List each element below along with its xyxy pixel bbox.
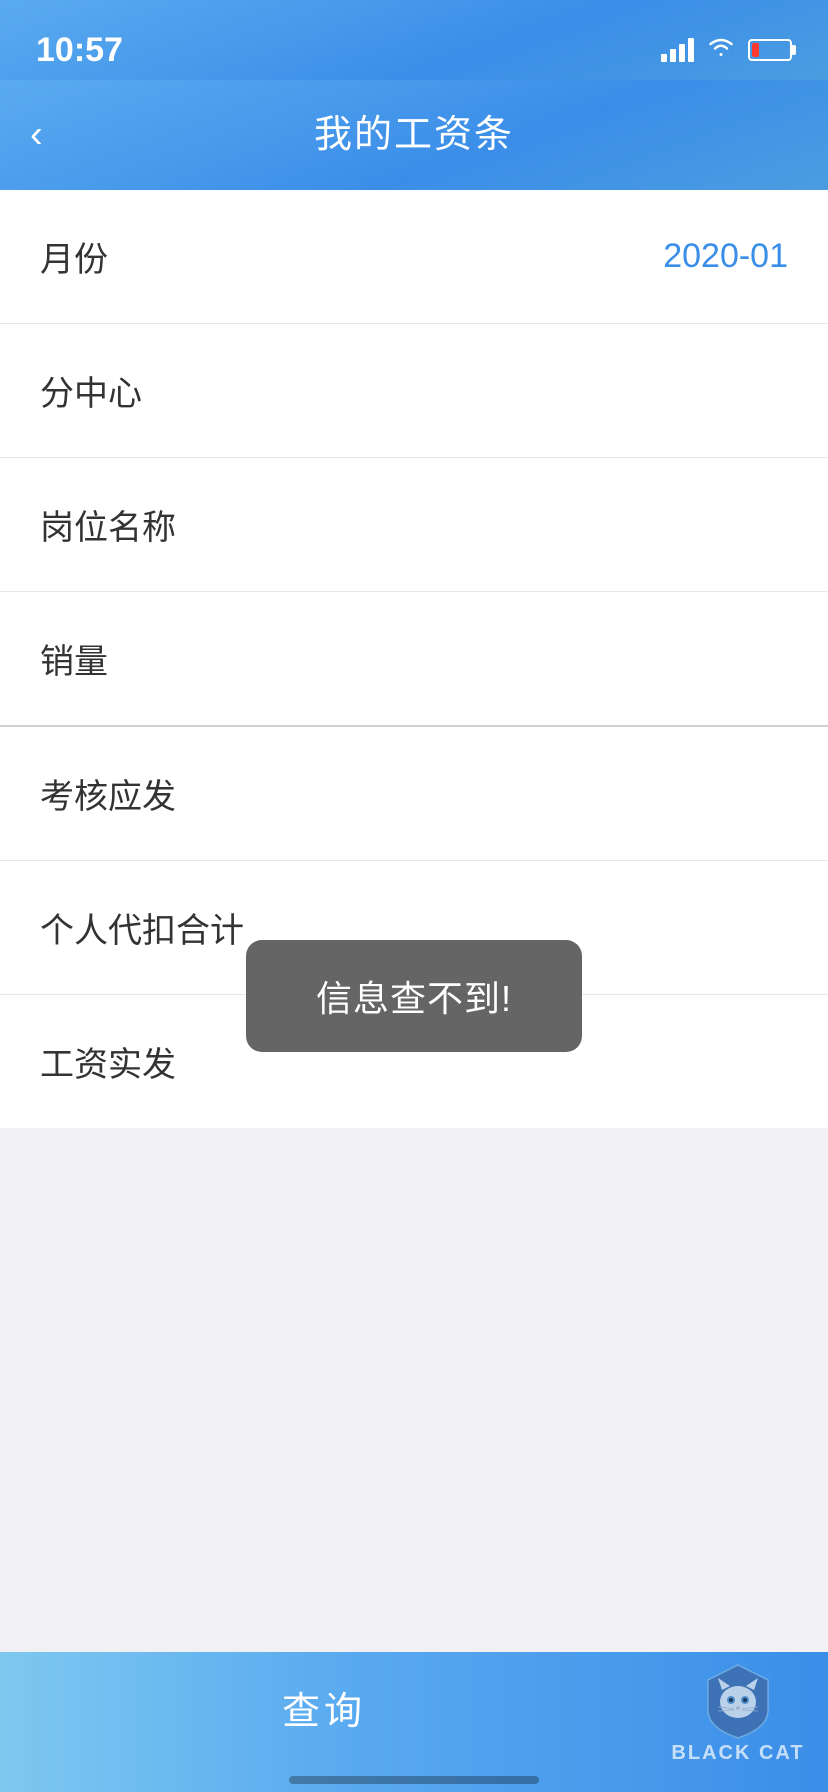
row-sales: 销量 bbox=[0, 592, 828, 727]
label-actual-salary: 工资实发 bbox=[40, 1037, 176, 1086]
back-button[interactable]: ‹ bbox=[30, 114, 43, 157]
main-content: 月份 2020-01 分中心 岗位名称 销量 考核应发 个人代扣合计 bbox=[0, 190, 828, 1652]
query-label: 查询 bbox=[282, 1680, 366, 1735]
status-icons bbox=[661, 35, 792, 66]
gray-spacer bbox=[0, 1128, 828, 1652]
cat-shield-icon bbox=[698, 1660, 778, 1740]
wifi-icon bbox=[706, 35, 736, 66]
rows-container: 月份 2020-01 分中心 岗位名称 销量 考核应发 个人代扣合计 bbox=[0, 190, 828, 1128]
row-month: 月份 2020-01 bbox=[0, 190, 828, 324]
black-cat-logo: BLACK CAT bbox=[648, 1652, 828, 1772]
page-title: 我的工资条 bbox=[314, 103, 514, 158]
status-time: 10:57 bbox=[36, 31, 123, 70]
battery-icon bbox=[748, 39, 792, 61]
label-assessment: 考核应发 bbox=[40, 769, 176, 818]
row-center: 分中心 bbox=[0, 324, 828, 458]
home-indicator bbox=[289, 1776, 539, 1784]
label-center: 分中心 bbox=[40, 366, 142, 415]
label-deduction: 个人代扣合计 bbox=[40, 903, 244, 952]
row-position: 岗位名称 bbox=[0, 458, 828, 592]
row-actual-salary: 工资实发 bbox=[0, 995, 828, 1128]
query-button[interactable]: 查询 bbox=[0, 1680, 648, 1745]
row-deduction: 个人代扣合计 bbox=[0, 861, 828, 995]
label-month: 月份 bbox=[40, 232, 108, 281]
label-position: 岗位名称 bbox=[40, 500, 176, 549]
black-cat-label: BLACK CAT bbox=[671, 1742, 804, 1765]
status-bar: 10:57 bbox=[0, 0, 828, 80]
bottom-bar: 查询 BLACK CAT bbox=[0, 1652, 828, 1792]
nav-bar: ‹ 我的工资条 bbox=[0, 80, 828, 190]
signal-icon bbox=[661, 38, 694, 62]
row-assessment: 考核应发 bbox=[0, 727, 828, 861]
label-sales: 销量 bbox=[40, 634, 108, 683]
value-month: 2020-01 bbox=[663, 237, 788, 276]
